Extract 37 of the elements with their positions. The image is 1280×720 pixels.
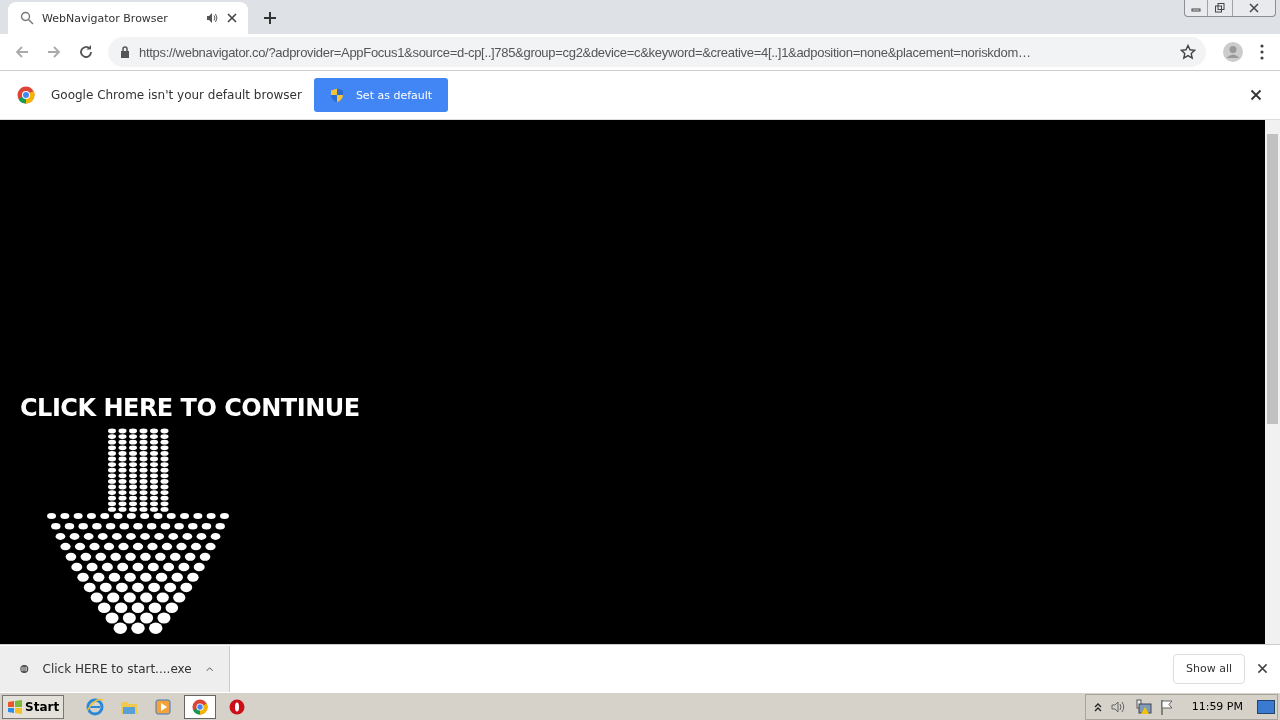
o-logo-icon [229,698,246,715]
close-icon [1249,3,1259,13]
flag-icon[interactable] [1159,698,1174,715]
speaker-icon[interactable] [206,12,218,24]
windows-logo-icon [7,699,23,714]
speaker-icon[interactable] [1109,699,1126,714]
dotted-arrow-drawing[interactable] [47,428,229,634]
start-button[interactable]: Start [2,694,65,719]
profile-avatar-icon[interactable] [1222,41,1244,63]
close-icon[interactable] [1250,89,1262,101]
play-icon [155,698,172,715]
star-icon[interactable] [1180,44,1196,60]
browser-logo-icon [192,698,209,715]
infobar-message: Google Chrome isn't your default browser [51,88,302,102]
download-item[interactable]: Click HERE to start....exe [0,645,230,692]
set-default-button[interactable]: Set as default [313,78,449,112]
globe-e-icon [86,697,105,716]
address-bar[interactable]: https://webnavigator.co/?adprovider=AppFocus1&source=d-cp[..]785&group=cg2&device=c&keyword=&creative=4[..]1&adposition=none&placement=noriskdom… [108,37,1206,67]
shield-icon [329,87,344,103]
show-desktop-icon[interactable] [1257,699,1275,714]
search-icon [20,11,34,25]
close-icon[interactable] [1257,663,1268,674]
reload-icon[interactable] [78,44,94,60]
scrollbar[interactable] [1265,120,1280,644]
show-all-button[interactable]: Show all [1172,653,1245,684]
menu-icon[interactable] [1260,44,1264,60]
network-warning-icon[interactable] [1133,698,1152,715]
browser-tab[interactable]: WebNavigator Browser [8,2,248,34]
close-icon[interactable] [226,12,238,24]
browser-logo-icon [17,86,35,104]
chevron-up-icon[interactable] [1093,701,1102,712]
new-tab-icon[interactable] [263,11,277,25]
headline[interactable]: CLICK HERE TO CONTINUE [20,394,360,422]
clock[interactable]: 11:59 PM [1191,700,1243,713]
restore-icon [1215,3,1225,13]
lock-icon [120,46,130,58]
taskbar-app[interactable] [184,694,217,719]
